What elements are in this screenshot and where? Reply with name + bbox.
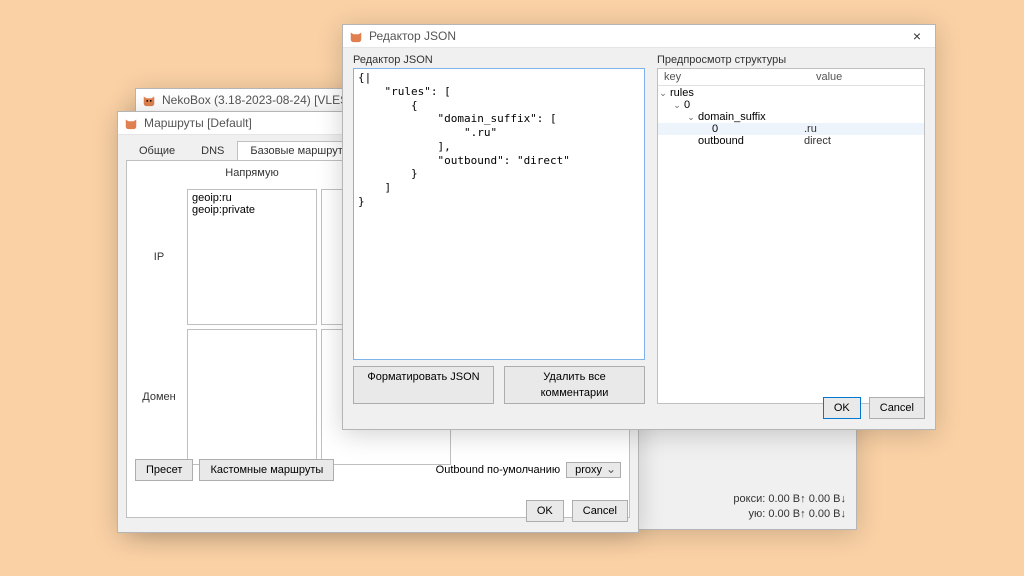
status-direct: ую: 0.00 B↑ 0.00 B↓ xyxy=(733,507,846,521)
json-editor-label: Редактор JSON xyxy=(353,54,645,66)
routes-title: Маршруты [Default] xyxy=(144,116,252,130)
tree-row[interactable]: ⌄rules xyxy=(658,87,924,99)
routes-icon xyxy=(124,116,138,130)
tree-key: 0 xyxy=(684,99,690,111)
chevron-down-icon[interactable]: ⌄ xyxy=(658,88,668,99)
tree-key: 0 xyxy=(712,123,718,135)
routes-bottom-row: Пресет Кастомные маршруты Outbound по-ум… xyxy=(135,459,621,481)
json-cancel-button[interactable]: Cancel xyxy=(869,397,925,419)
tree-row[interactable]: ⌄domain_suffix xyxy=(658,111,924,123)
default-outbound-select[interactable]: proxy xyxy=(566,462,621,478)
json-editor-title: Редактор JSON xyxy=(369,29,456,43)
tree-value: direct xyxy=(798,135,924,147)
custom-routes-button[interactable]: Кастомные маршруты xyxy=(199,459,334,481)
json-tree-header: key value xyxy=(658,69,924,86)
tree-row[interactable]: ⌄0 xyxy=(658,99,924,111)
json-editor-dialog: Редактор JSON × Редактор JSON {| "rules"… xyxy=(342,24,936,430)
direct-domain-textarea[interactable] xyxy=(187,329,317,465)
tree-key: domain_suffix xyxy=(698,111,766,123)
tree-key: outbound xyxy=(698,135,744,147)
json-editor-icon xyxy=(349,29,363,43)
routes-cancel-button[interactable]: Cancel xyxy=(572,500,628,522)
col-direct-label: Напрямую xyxy=(187,167,317,185)
json-preview-label: Предпросмотр структуры xyxy=(657,54,925,66)
nekobox-title: NekoBox (3.18-2023-08-24) [VLESS] xyxy=(162,93,359,107)
direct-ip-textarea[interactable]: geoip:ru geoip:private xyxy=(187,189,317,325)
tree-col-key: key xyxy=(658,69,810,85)
nekobox-statusbar: рокси: 0.00 B↑ 0.00 B↓ ую: 0.00 B↑ 0.00 … xyxy=(733,492,846,521)
close-icon[interactable]: × xyxy=(905,25,929,47)
json-tree[interactable]: key value ⌄rules⌄0⌄domain_suffix0.ruoutb… xyxy=(657,68,925,404)
preset-button[interactable]: Пресет xyxy=(135,459,193,481)
json-preview-pane: Предпросмотр структуры key value ⌄rules⌄… xyxy=(657,54,925,404)
status-proxy: рокси: 0.00 B↑ 0.00 B↓ xyxy=(733,492,846,506)
tree-value: .ru xyxy=(798,123,924,135)
tree-key: rules xyxy=(670,87,694,99)
chevron-down-icon[interactable]: ⌄ xyxy=(672,100,682,111)
default-outbound-label: Outbound по-умолчанию xyxy=(436,464,560,476)
json-ok-button[interactable]: OK xyxy=(823,397,861,419)
tree-row[interactable]: 0 .ru xyxy=(658,123,924,135)
strip-comments-button[interactable]: Удалить все комментарии xyxy=(504,366,645,404)
tree-row[interactable]: outbound direct xyxy=(658,135,924,147)
json-editor-titlebar[interactable]: Редактор JSON × xyxy=(343,25,935,48)
nekobox-icon xyxy=(142,93,156,107)
json-editor-buttons: OK Cancel xyxy=(823,397,925,419)
row-domain-label: Домен xyxy=(135,329,183,465)
format-json-button[interactable]: Форматировать JSON xyxy=(353,366,494,404)
chevron-down-icon[interactable]: ⌄ xyxy=(686,112,696,123)
row-ip-label: IP xyxy=(135,189,183,325)
tab-dns[interactable]: DNS xyxy=(188,141,237,160)
tree-col-value: value xyxy=(810,69,924,85)
tab-general[interactable]: Общие xyxy=(126,141,188,160)
json-editor-pane: Редактор JSON {| "rules": [ { "domain_su… xyxy=(353,54,645,404)
default-outbound-value: proxy xyxy=(575,464,602,476)
json-editor-body: Редактор JSON {| "rules": [ { "domain_su… xyxy=(343,48,935,410)
routes-ok-button[interactable]: OK xyxy=(526,500,564,522)
json-textarea[interactable]: {| "rules": [ { "domain_suffix": [ ".ru"… xyxy=(353,68,645,360)
json-tree-rows: ⌄rules⌄0⌄domain_suffix0.ruoutbounddirect xyxy=(658,86,924,148)
routes-dialog-buttons: OK Cancel xyxy=(526,500,628,522)
